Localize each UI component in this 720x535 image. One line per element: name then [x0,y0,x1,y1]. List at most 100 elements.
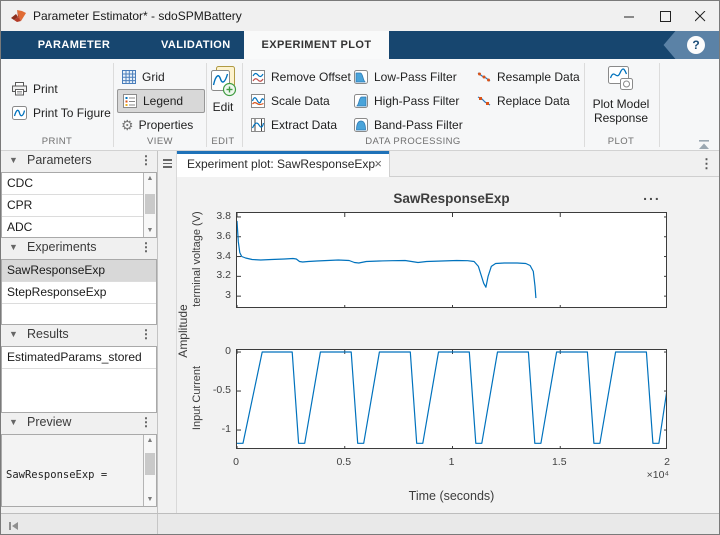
scroll-up-icon[interactable]: ▲ [144,435,156,447]
data-line [237,352,667,443]
parameters-header[interactable]: ▼ Parameters ⋮ [1,151,157,172]
preview-header[interactable]: ▼ Preview ⋮ [1,413,157,434]
properties-button[interactable]: ⚙ Properties [121,113,193,137]
edit-button[interactable]: Edit [208,65,238,114]
result-row[interactable]: EstimatedParams_stored [2,347,156,369]
document-list-icon[interactable] [163,159,172,170]
plot-model-response-button[interactable]: Plot Model Response [589,64,653,125]
collapse-triangle-icon[interactable]: ▼ [9,242,18,252]
grid-icon [121,69,137,85]
remove-offset-label: Remove Offset [271,70,351,84]
ribbon-tab-strip: PARAMETER ESTIMATION VALIDATION EXPERIME… [1,31,719,59]
replace-data-label: Replace Data [497,94,570,108]
experiment-plot-figure: SawResponseExp ... terminal voltage (V) … [177,177,720,513]
high-pass-filter-icon [353,93,369,109]
status-bar-left-cell [1,514,158,535]
axes-terminal-voltage[interactable] [236,212,667,308]
section-label-print: PRINT [9,136,105,148]
scroll-down-icon[interactable]: ▼ [144,225,156,237]
shared-y-axis-label: Amplitude [176,261,190,401]
parameter-row[interactable]: ADC [2,217,144,239]
results-menu-icon[interactable]: ⋮ [140,327,152,341]
print-to-figure-label: Print To Figure [33,106,111,120]
y-tick-label: 0 [199,345,231,357]
legend-toggle-button[interactable]: Legend [117,89,205,113]
close-button[interactable] [683,1,717,31]
preview-menu-icon[interactable]: ⋮ [140,415,152,429]
x-tick-label: 0 [216,456,256,468]
replace-data-button[interactable]: Replace Data [476,89,570,113]
preview-scrollbar[interactable]: ▲ ▼ [143,435,156,506]
help-button[interactable] [653,31,719,59]
plot-options-icon[interactable]: ... [632,187,672,203]
parameters-title: Parameters [27,153,92,167]
document-side-strip [158,151,177,513]
toolbar-separator [113,63,114,147]
band-pass-filter-icon [353,117,369,133]
help-icon[interactable]: ? [687,36,705,54]
low-pass-filter-button[interactable]: Low-Pass Filter [353,65,457,89]
toolbar-separator [206,63,207,147]
document-tab[interactable]: Experiment plot: SawResponseExp × [177,151,390,177]
scroll-down-icon[interactable]: ▼ [144,494,156,506]
parameters-menu-icon[interactable]: ⋮ [140,153,152,167]
scrollbar-thumb[interactable] [145,453,155,475]
collapse-triangle-icon[interactable]: ▼ [9,417,18,427]
title-bar: Parameter Estimator* - sdoSPMBattery [1,1,719,31]
scale-data-button[interactable]: Scale Data [250,89,330,113]
collapse-panel-icon[interactable] [8,520,20,532]
experiments-menu-icon[interactable]: ⋮ [140,240,152,254]
extract-data-label: Extract Data [271,118,337,132]
preview-title: Preview [27,415,71,429]
tab-parameter-estimation[interactable]: PARAMETER ESTIMATION [10,31,138,59]
resample-data-button[interactable]: Resample Data [476,65,580,89]
collapse-ribbon-icon [697,140,711,150]
print-to-figure-icon [11,105,28,121]
low-pass-filter-icon [353,69,369,85]
document-tab-label: Experiment plot: SawResponseExp [187,157,375,171]
minimize-icon [624,11,635,22]
maximize-button[interactable] [648,1,682,31]
y-tick-label: 3.8 [199,210,231,222]
scrollbar-thumb[interactable] [145,194,155,214]
high-pass-filter-button[interactable]: High-Pass Filter [353,89,459,113]
experiments-header[interactable]: ▼ Experiments ⋮ [1,238,157,259]
minimize-button[interactable] [612,1,646,31]
results-title: Results [27,327,69,341]
grid-button[interactable]: Grid [121,65,165,89]
experiment-row-selected[interactable]: SawResponseExp [2,260,156,282]
low-pass-filter-label: Low-Pass Filter [374,70,457,84]
plot-model-response-label: Plot Model Response [589,97,653,125]
parameters-scrollbar[interactable]: ▲ ▼ [143,173,156,237]
extract-data-button[interactable]: Extract Data [250,113,337,137]
scale-data-icon [250,93,266,109]
tab-validation[interactable]: VALIDATION [161,31,227,59]
experiment-row[interactable]: StepResponseExp [2,282,156,304]
results-header[interactable]: ▼ Results ⋮ [1,325,157,346]
y-tick-label: 3 [199,289,231,301]
collapse-triangle-icon[interactable]: ▼ [9,329,18,339]
experiments-title: Experiments [27,240,96,254]
status-bar [1,513,719,535]
parameter-row[interactable]: CDC [2,173,144,195]
band-pass-filter-button[interactable]: Band-Pass Filter [353,113,463,137]
gear-icon: ⚙ [121,117,134,133]
legend-label: Legend [143,94,183,108]
scroll-up-icon[interactable]: ▲ [144,173,156,185]
axes-input-current[interactable] [236,349,667,449]
experiments-list: SawResponseExp StepResponseExp [1,259,157,325]
remove-offset-button[interactable]: Remove Offset [250,65,351,89]
print-to-figure-button[interactable]: Print To Figure [11,101,111,125]
printer-icon [11,81,28,97]
collapse-triangle-icon[interactable]: ▼ [9,155,18,165]
print-button[interactable]: Print [11,77,58,101]
y-tick-label: -1 [199,423,231,435]
document-bar-menu-icon[interactable]: ⋮ [700,156,713,172]
parameter-row[interactable]: CPR [2,195,144,217]
properties-label: Properties [139,118,194,132]
tab-close-icon[interactable]: × [374,156,382,171]
y-tick-label: -0.5 [199,384,231,396]
experiment-row-empty[interactable] [2,304,156,326]
toolbar-separator [659,63,660,147]
tab-experiment-plot[interactable]: EXPERIMENT PLOT [244,31,389,59]
